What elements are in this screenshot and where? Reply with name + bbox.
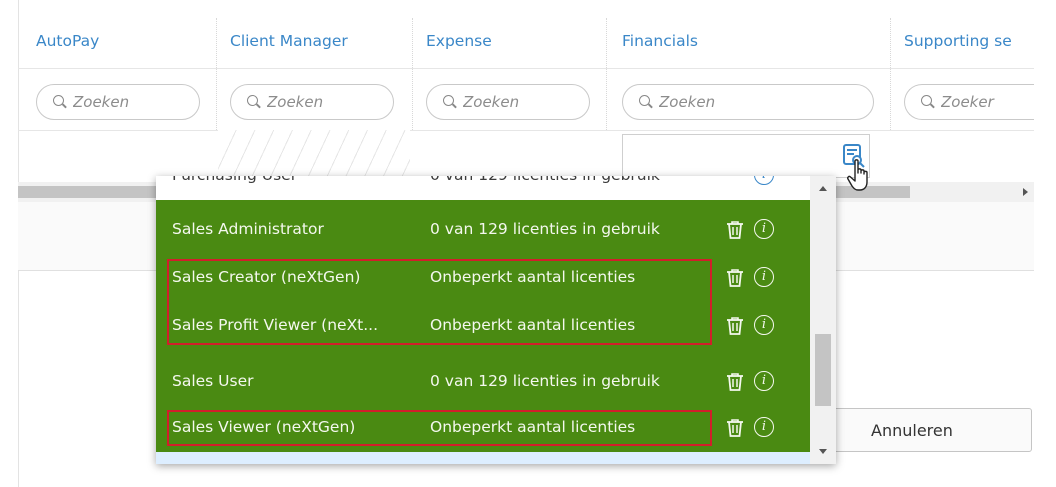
scrollbar-thumb[interactable] [18, 186, 162, 198]
column-header-supporting-services[interactable]: Supporting se [904, 32, 1012, 50]
scroll-down-icon[interactable] [819, 449, 827, 454]
list-item[interactable]: Sales Profit Viewer (neXt... Onbeperkt a… [156, 302, 810, 350]
search-input[interactable] [941, 93, 1021, 111]
trash-icon[interactable] [724, 267, 746, 289]
info-icon[interactable]: i [754, 219, 774, 239]
search-icon [441, 93, 459, 111]
role-name: Sales User [172, 372, 254, 390]
hand-cursor-icon [847, 159, 868, 191]
list-item[interactable]: Sales User 0 van 129 licenties in gebrui… [156, 358, 810, 406]
info-icon[interactable]: i [754, 417, 774, 437]
scroll-up-icon[interactable] [819, 186, 827, 191]
role-name: Purchasing User [172, 176, 420, 184]
search-input[interactable] [463, 93, 583, 111]
column-divider [890, 18, 891, 130]
license-status: Onbeperkt aantal licenties [430, 316, 636, 334]
financials-role-field[interactable] [622, 134, 870, 178]
search-field-supporting-services[interactable] [904, 84, 1034, 120]
role-name: Sales Administrator [172, 220, 324, 238]
license-status: 0 van 129 licenties in gebruik [430, 176, 660, 184]
column-divider [412, 18, 413, 130]
info-icon[interactable]: i [754, 176, 774, 185]
trash-icon[interactable] [724, 417, 746, 439]
list-item[interactable]: Sales Viewer (neXtGen) Onbeperkt aantal … [156, 404, 810, 452]
list-item[interactable]: Sales Creator (neXtGen) Onbeperkt aantal… [156, 254, 810, 302]
search-icon [919, 93, 937, 111]
vertical-scrollbar[interactable] [810, 176, 836, 464]
info-icon[interactable]: i [754, 371, 774, 391]
license-status: 0 van 129 licenties in gebruik [430, 220, 660, 238]
cancel-button[interactable]: Annuleren [820, 408, 1032, 452]
column-divider [606, 18, 607, 130]
filter-row-divider [18, 130, 1034, 131]
role-list: Purchasing User 0 van 129 licenties in g… [156, 176, 810, 464]
search-icon [51, 93, 69, 111]
role-name: Sales Profit Viewer (neXt... [172, 316, 379, 334]
search-icon [637, 93, 655, 111]
column-header-expense[interactable]: Expense [426, 32, 492, 50]
trash-icon[interactable] [724, 315, 746, 337]
search-field-financials[interactable] [622, 84, 874, 120]
role-name: Sales Creator (neXtGen) [172, 268, 361, 286]
license-status: Onbeperkt aantal licenties [430, 268, 636, 286]
list-item-next[interactable] [156, 452, 810, 464]
column-header-client-manager[interactable]: Client Manager [230, 32, 348, 50]
column-divider [216, 18, 217, 130]
list-item[interactable]: Purchasing User 0 van 129 licenties in g… [156, 176, 810, 200]
search-field-autopay[interactable] [36, 84, 200, 120]
list-item[interactable]: Sales Administrator 0 van 129 licenties … [156, 206, 810, 254]
trash-icon[interactable] [724, 371, 746, 393]
search-input[interactable] [267, 93, 387, 111]
license-status: Onbeperkt aantal licenties [430, 418, 636, 436]
search-input[interactable] [73, 93, 193, 111]
search-input[interactable] [659, 93, 779, 111]
scrollbar-thumb[interactable] [815, 334, 831, 406]
role-dropdown[interactable]: Purchasing User 0 van 129 licenties in g… [156, 176, 836, 464]
search-icon [245, 93, 263, 111]
search-field-client-manager[interactable] [230, 84, 394, 120]
scroll-right-icon[interactable] [1023, 188, 1028, 196]
column-header-autopay[interactable]: AutoPay [36, 32, 99, 50]
license-status: 0 van 129 licenties in gebruik [430, 372, 660, 390]
info-icon[interactable]: i [754, 267, 774, 287]
search-field-expense[interactable] [426, 84, 590, 120]
trash-icon[interactable] [724, 219, 746, 241]
header-row-divider [18, 68, 1034, 69]
info-icon[interactable]: i [754, 315, 774, 335]
disabled-cell [218, 130, 410, 182]
column-header-financials[interactable]: Financials [622, 32, 698, 50]
role-name: Sales Viewer (neXtGen) [172, 418, 356, 436]
